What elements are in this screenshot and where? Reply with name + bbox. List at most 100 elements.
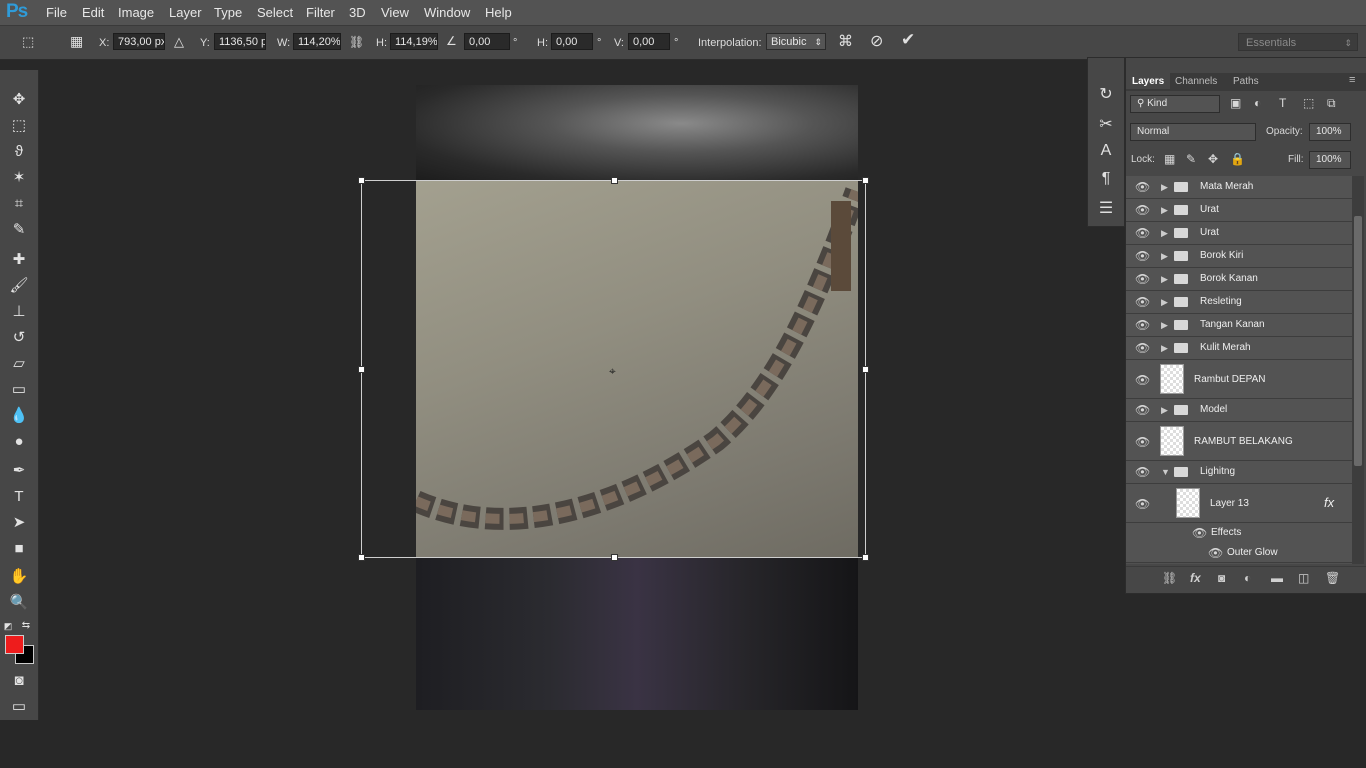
marquee-tool-icon[interactable]: ⬚ (9, 117, 29, 135)
add-style-icon[interactable]: fx (1190, 571, 1201, 585)
brush-presets-icon[interactable]: ✂ (1096, 114, 1116, 134)
transform-handle-left[interactable] (358, 366, 365, 373)
layers-scrollbar[interactable] (1352, 176, 1364, 564)
expand-arrow-icon[interactable]: ▶ (1161, 251, 1168, 262)
lock-all-icon[interactable]: 🔒 (1230, 152, 1245, 166)
layer-row[interactable]: 👁 ▶ Borok Kiri (1126, 245, 1352, 268)
transform-handle-bottom[interactable] (611, 554, 618, 561)
vskew-field[interactable]: 0,00 (628, 33, 670, 50)
new-layer-icon[interactable]: ◫ (1298, 571, 1309, 585)
healing-brush-tool-icon[interactable]: ✚ (9, 251, 29, 269)
character-icon[interactable]: A (1096, 142, 1116, 160)
fill-field[interactable]: 100% (1309, 151, 1351, 169)
expand-arrow-icon[interactable]: ▶ (1161, 205, 1168, 216)
pen-tool-icon[interactable]: ✒ (9, 462, 29, 480)
menu-3d[interactable]: 3D (349, 5, 366, 20)
hand-tool-icon[interactable]: ✋ (9, 568, 29, 586)
width-field[interactable]: 114,20% (293, 33, 341, 50)
filter-smart-object-icon[interactable]: ⧉ (1327, 96, 1336, 111)
expand-arrow-icon[interactable]: ▶ (1161, 274, 1168, 285)
delete-layer-icon[interactable]: 🗑 (1325, 571, 1340, 585)
lock-pixels-icon[interactable]: ✎ (1186, 152, 1196, 166)
visibility-eye-icon[interactable]: 👁 (1135, 373, 1150, 387)
transform-handle-right[interactable] (862, 366, 869, 373)
visibility-eye-icon[interactable]: 👁 (1135, 318, 1150, 332)
expand-arrow-icon[interactable]: ▶ (1161, 405, 1168, 416)
eraser-tool-icon[interactable]: ▱ (9, 355, 29, 373)
screen-mode-icon[interactable]: ▭ (9, 698, 29, 716)
paragraph-icon[interactable]: ¶ (1096, 170, 1116, 188)
new-adjustment-icon[interactable]: ◐ (1244, 571, 1251, 585)
workspace-select[interactable]: Essentials ⇕ (1238, 33, 1358, 51)
opacity-field[interactable]: 100% (1309, 123, 1351, 141)
blur-tool-icon[interactable]: 💧 (9, 407, 29, 425)
transform-handle-top[interactable] (611, 177, 618, 184)
link-icon[interactable]: ⛓ (349, 35, 364, 49)
layer-row[interactable]: 👁 ▶ Tangan Kanan (1126, 314, 1352, 337)
menu-filter[interactable]: Filter (306, 5, 335, 20)
effects-row[interactable]: 👁 Effects (1126, 523, 1352, 543)
layer-filter-select[interactable]: ⚲ Kind (1130, 95, 1220, 113)
menu-window[interactable]: Window (424, 5, 470, 20)
expand-arrow-icon[interactable]: ▶ (1161, 343, 1168, 354)
swap-colors-icon[interactable]: ⇆ (20, 617, 32, 635)
foreground-color-swatch[interactable] (5, 635, 24, 654)
layer-row[interactable]: 👁 ▶ Resleting (1126, 291, 1352, 314)
magic-wand-tool-icon[interactable]: ✶ (9, 169, 29, 187)
layer-row[interactable]: 👁 ▶ Mata Merah (1126, 176, 1352, 199)
layer-row[interactable]: 👁 ▼ Lighitng (1126, 461, 1352, 484)
eyedropper-tool-icon[interactable]: ✎ (9, 221, 29, 239)
visibility-eye-icon[interactable]: 👁 (1192, 526, 1207, 540)
history-icon[interactable]: ↻ (1096, 84, 1116, 104)
visibility-eye-icon[interactable]: 👁 (1135, 249, 1150, 263)
transform-handle-top-left[interactable] (358, 177, 365, 184)
menu-image[interactable]: Image (118, 5, 154, 20)
commit-transform-icon[interactable]: ✔ (901, 30, 915, 50)
new-group-icon[interactable]: ▬ (1271, 571, 1283, 585)
clone-stamp-tool-icon[interactable]: ⊥ (9, 303, 29, 321)
history-brush-tool-icon[interactable]: ↺ (9, 329, 29, 347)
filter-type-icon[interactable]: T (1279, 96, 1286, 110)
height-field[interactable]: 114,19% (390, 33, 438, 50)
visibility-eye-icon[interactable]: 👁 (1135, 203, 1150, 217)
lasso-tool-icon[interactable]: ϑ (9, 143, 29, 161)
tab-channels[interactable]: Channels (1175, 76, 1217, 87)
x-field[interactable]: 793,00 px (113, 33, 165, 50)
menu-layer[interactable]: Layer (169, 5, 202, 20)
visibility-eye-icon[interactable]: 👁 (1135, 497, 1150, 511)
transform-handle-top-right[interactable] (862, 177, 869, 184)
lock-position-icon[interactable]: ✥ (1208, 152, 1218, 166)
layer-row[interactable]: 👁 ▶ Urat (1126, 199, 1352, 222)
panel-menu-icon[interactable]: ≡ (1349, 74, 1355, 86)
filter-adjustment-icon[interactable]: ◐ (1254, 96, 1261, 110)
expand-arrow-icon[interactable]: ▶ (1161, 182, 1168, 193)
menu-select[interactable]: Select (257, 5, 293, 20)
menu-type[interactable]: Type (214, 5, 242, 20)
rotate-field[interactable]: 0,00 (464, 33, 510, 50)
visibility-eye-icon[interactable]: 👁 (1208, 546, 1223, 560)
fx-icon[interactable]: fx (1324, 495, 1334, 510)
layer-row[interactable]: 👁 Layer 13 fx (1126, 484, 1352, 523)
visibility-eye-icon[interactable]: 👁 (1135, 272, 1150, 286)
expand-arrow-icon[interactable]: ▶ (1161, 320, 1168, 331)
expand-arrow-icon[interactable]: ▶ (1161, 228, 1168, 239)
visibility-eye-icon[interactable]: 👁 (1135, 341, 1150, 355)
cancel-transform-icon[interactable]: ⊘ (870, 31, 883, 51)
link-layers-icon[interactable]: ⛓ (1162, 571, 1177, 585)
scrollbar-thumb[interactable] (1354, 216, 1362, 466)
lock-transparency-icon[interactable]: ▦ (1164, 152, 1175, 166)
add-mask-icon[interactable]: ◙ (1218, 571, 1225, 585)
visibility-eye-icon[interactable]: 👁 (1135, 435, 1150, 449)
menu-view[interactable]: View (381, 5, 409, 20)
transform-tool-icon[interactable]: ⬚ (22, 34, 34, 50)
layer-row[interactable]: 👁 Rambut DEPAN (1126, 360, 1352, 399)
menu-help[interactable]: Help (485, 5, 512, 20)
visibility-eye-icon[interactable]: 👁 (1135, 295, 1150, 309)
relative-position-icon[interactable]: △ (174, 34, 184, 50)
rectangle-tool-icon[interactable]: ■ (9, 540, 29, 558)
layer-row[interactable]: 👁 ▶ Kulit Merah (1126, 337, 1352, 360)
layer-row[interactable]: 👁 RAMBUT BELAKANG (1126, 422, 1352, 461)
transform-handle-bottom-right[interactable] (862, 554, 869, 561)
default-colors-icon[interactable]: ◩ (3, 617, 13, 635)
layer-row[interactable]: 👁 ▶ Model (1126, 399, 1352, 422)
